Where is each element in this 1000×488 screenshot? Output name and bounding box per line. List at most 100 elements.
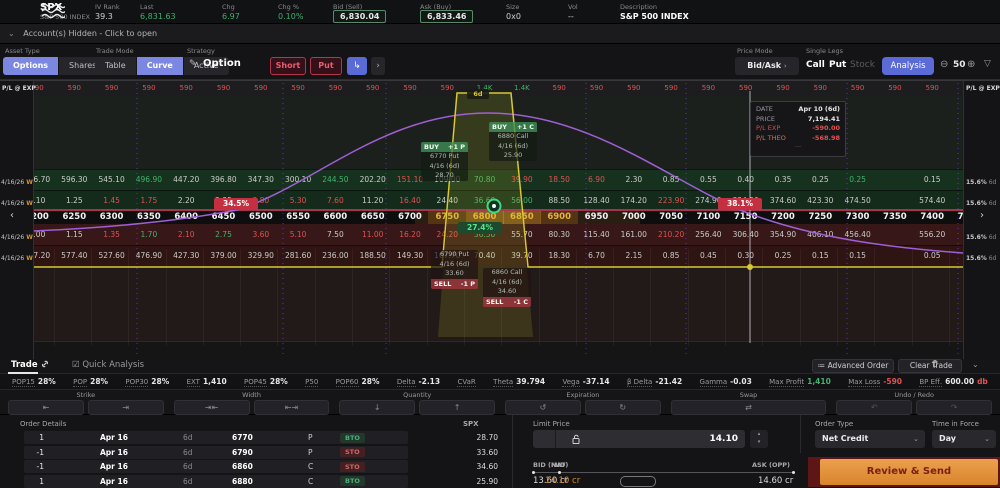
order-type-label: Order Type bbox=[815, 420, 853, 428]
single-leg-stock[interactable]: Stock bbox=[850, 60, 875, 70]
adjuster-quantity: Quantity↓↑ bbox=[339, 390, 495, 414]
zoom-in-icon[interactable]: ⊕ bbox=[967, 59, 975, 70]
move-leg-button[interactable]: ↳ bbox=[347, 57, 367, 75]
advanced-order-button[interactable]: ≔ Advanced Order bbox=[812, 359, 894, 373]
price-rail[interactable] bbox=[533, 472, 795, 473]
pencil-icon[interactable]: ✎ bbox=[189, 59, 197, 69]
zoom-out-icon[interactable]: ⊖ bbox=[940, 59, 948, 70]
adjuster-expiration-button[interactable]: ↺ bbox=[505, 400, 581, 415]
price-slider-handle[interactable] bbox=[620, 476, 656, 487]
right-chart-gutter: P/L @ EXP › 15.6% 6d15.6% 6d15.6% 6d15.6… bbox=[963, 81, 1000, 359]
review-send-button[interactable]: Review & Send bbox=[820, 459, 998, 485]
adjuster-undo-redo: Undo / Redo↶↷ bbox=[836, 390, 992, 414]
stat-pop60: POP6028% bbox=[336, 377, 380, 386]
curve-analysis-chart[interactable]: 5905905905905905905905905905905905901.4K… bbox=[0, 80, 1000, 359]
adjuster-swap-button[interactable]: ⇄ bbox=[671, 400, 827, 415]
clear-trade-button[interactable]: Clear Trade bbox=[898, 359, 962, 373]
strategy-name[interactable]: Option bbox=[203, 58, 241, 69]
tab-trade[interactable]: Trade bbox=[8, 360, 38, 374]
left-chart-gutter: P/L @ EXP ‹ 4/16/26 W4/16/26 W4/16/26 W4… bbox=[0, 81, 34, 359]
tab-quick-analysis[interactable]: ☑ Quick Analysis bbox=[72, 360, 144, 370]
adjuster-quantity-button[interactable]: ↑ bbox=[419, 400, 495, 415]
order-leg-row[interactable]: -1Apr 166d6790PSTO33.60 bbox=[0, 446, 512, 459]
leg-marker-6770-put[interactable]: BUY+1 P6770 Put4/16 (6d)28.70 bbox=[421, 142, 468, 181]
stat-pop30: POP3028% bbox=[125, 377, 169, 386]
adjuster-strike: Strike⇤⇥ bbox=[8, 390, 164, 414]
header-field-label: IV Rank bbox=[95, 3, 120, 11]
adjuster-width-button[interactable]: ⇥⇤ bbox=[174, 400, 250, 415]
sliders-icon: ≔ bbox=[818, 360, 826, 372]
filter-icon[interactable]: ▽ bbox=[984, 59, 991, 69]
trade-mode-curve[interactable]: Curve bbox=[137, 57, 184, 75]
expiration-row-label[interactable]: 4/16/26 W bbox=[1, 234, 33, 241]
trade-mode-table[interactable]: Table bbox=[95, 57, 137, 75]
strategy-next-button[interactable]: › bbox=[371, 57, 385, 75]
row-iv-label: 15.6% 6d bbox=[966, 234, 996, 241]
asset-type-options[interactable]: Options bbox=[3, 57, 59, 75]
adjuster-undo-redo-button[interactable]: ↷ bbox=[916, 400, 992, 415]
ask-opp-label: ASK (OPP) bbox=[752, 461, 790, 469]
header-field-label: Chg % bbox=[278, 3, 299, 11]
order-type-select[interactable]: Net Credit ⌄ bbox=[815, 430, 925, 448]
price-mode-label: Price Mode bbox=[737, 47, 773, 55]
review-send-container: Review & Send bbox=[808, 457, 1000, 487]
header-field-value: 6,831.63 bbox=[140, 12, 176, 21]
limit-price-input[interactable]: 14.10 bbox=[533, 430, 745, 448]
header-field-label: Vol bbox=[568, 3, 578, 11]
chevron-down-icon: ⌄ bbox=[984, 430, 990, 448]
adjuster-expiration: Expiration↺↻ bbox=[505, 390, 661, 414]
ask-opp-value: 14.60 cr bbox=[758, 476, 793, 486]
leg-marker-6860-call[interactable]: 6860 Call4/16 (6d)34.60SELL-1 C bbox=[483, 268, 531, 307]
stepper-up-icon[interactable]: ▴ bbox=[750, 430, 768, 438]
adjuster-undo-redo-button[interactable]: ↶ bbox=[836, 400, 912, 415]
stepper-down-icon[interactable]: ▾ bbox=[750, 438, 768, 446]
expiration-row-label[interactable]: 4/16/26 W bbox=[1, 200, 33, 207]
header-field-value[interactable]: 6,830.04 bbox=[333, 10, 386, 23]
leg-marker-6790-put[interactable]: 6790 Put4/16 (6d)33.60SELL-1 P bbox=[431, 250, 478, 289]
row-iv-label: 15.6% 6d bbox=[966, 179, 996, 186]
order-leg-row[interactable]: 1Apr 166d6770PBTO28.70 bbox=[0, 431, 512, 444]
row-iv-label: 15.6% 6d bbox=[966, 255, 996, 262]
stat-bp-eff-: BP Eff.600.00db bbox=[919, 377, 987, 386]
adjuster-width-button[interactable]: ⇤⇥ bbox=[254, 400, 330, 415]
tif-select[interactable]: Day ⌄ bbox=[932, 430, 996, 448]
single-legs-label: Single Legs bbox=[806, 47, 843, 55]
header-field-value[interactable]: 6,833.46 bbox=[420, 10, 473, 23]
scroll-left-icon[interactable]: ‹ bbox=[10, 210, 14, 221]
limit-price-label: Limit Price bbox=[533, 420, 570, 428]
order-leg-row[interactable]: -1Apr 166d6860CSTO34.60 bbox=[0, 460, 512, 473]
stat-theta: Theta39.794 bbox=[493, 377, 545, 386]
adjuster-strike-button[interactable]: ⇤ bbox=[8, 400, 84, 415]
scroll-right-icon[interactable]: › bbox=[980, 210, 984, 221]
expiration-row-label[interactable]: 4/16/26 W bbox=[1, 179, 33, 186]
price-mode-select[interactable]: Bid/Ask › bbox=[735, 57, 799, 75]
adjuster-quantity-button[interactable]: ↓ bbox=[339, 400, 415, 415]
header-field-value: 6.97 bbox=[222, 12, 240, 21]
header-field-value: 0x0 bbox=[506, 12, 521, 21]
stat-max-loss: Max Loss-590 bbox=[848, 377, 902, 386]
expiration-row-label[interactable]: 4/16/26 W bbox=[1, 255, 33, 262]
limit-price-value[interactable]: 14.10 bbox=[710, 430, 738, 448]
underlying-column-header: SPX bbox=[463, 420, 479, 428]
accounts-bar[interactable]: ⌄ Account(s) Hidden - Click to open bbox=[0, 24, 1000, 44]
single-leg-call[interactable]: Call bbox=[806, 60, 825, 70]
bottom-tab-bar: Trade ☑ Quick Analysis ≔ Advanced Order … bbox=[0, 358, 1000, 374]
limit-price-stepper[interactable]: ▴ ▾ bbox=[750, 430, 768, 448]
analysis-toggle-button[interactable]: Analysis bbox=[882, 57, 934, 75]
stat-pop: POP28% bbox=[73, 377, 108, 386]
leg-marker-6880-call[interactable]: BUY+1 C6880 Call4/16 (6d)25.90 bbox=[489, 122, 537, 161]
trade-mode-label: Trade Mode bbox=[96, 47, 134, 55]
strategy-pill-put[interactable]: Put bbox=[310, 57, 342, 75]
order-leg-row[interactable]: 1Apr 166d6880CBTO25.90 bbox=[0, 475, 512, 488]
zoom-level-value[interactable]: 50 bbox=[953, 60, 966, 70]
stat-cvar: CVaR bbox=[457, 378, 475, 386]
prob-badge-center: 27.4% bbox=[458, 222, 502, 234]
stat-pop15: POP1528% bbox=[12, 377, 56, 386]
adjuster-expiration-button[interactable]: ↻ bbox=[585, 400, 661, 415]
chevron-right-icon: › bbox=[784, 62, 787, 70]
stat-pop45: POP4528% bbox=[244, 377, 288, 386]
strategy-pill-short[interactable]: Short bbox=[270, 57, 306, 75]
adjuster-strike-button[interactable]: ⇥ bbox=[88, 400, 164, 415]
single-leg-put[interactable]: Put bbox=[829, 60, 846, 70]
more-options-chevron-icon[interactable]: ⌄ bbox=[972, 360, 979, 369]
